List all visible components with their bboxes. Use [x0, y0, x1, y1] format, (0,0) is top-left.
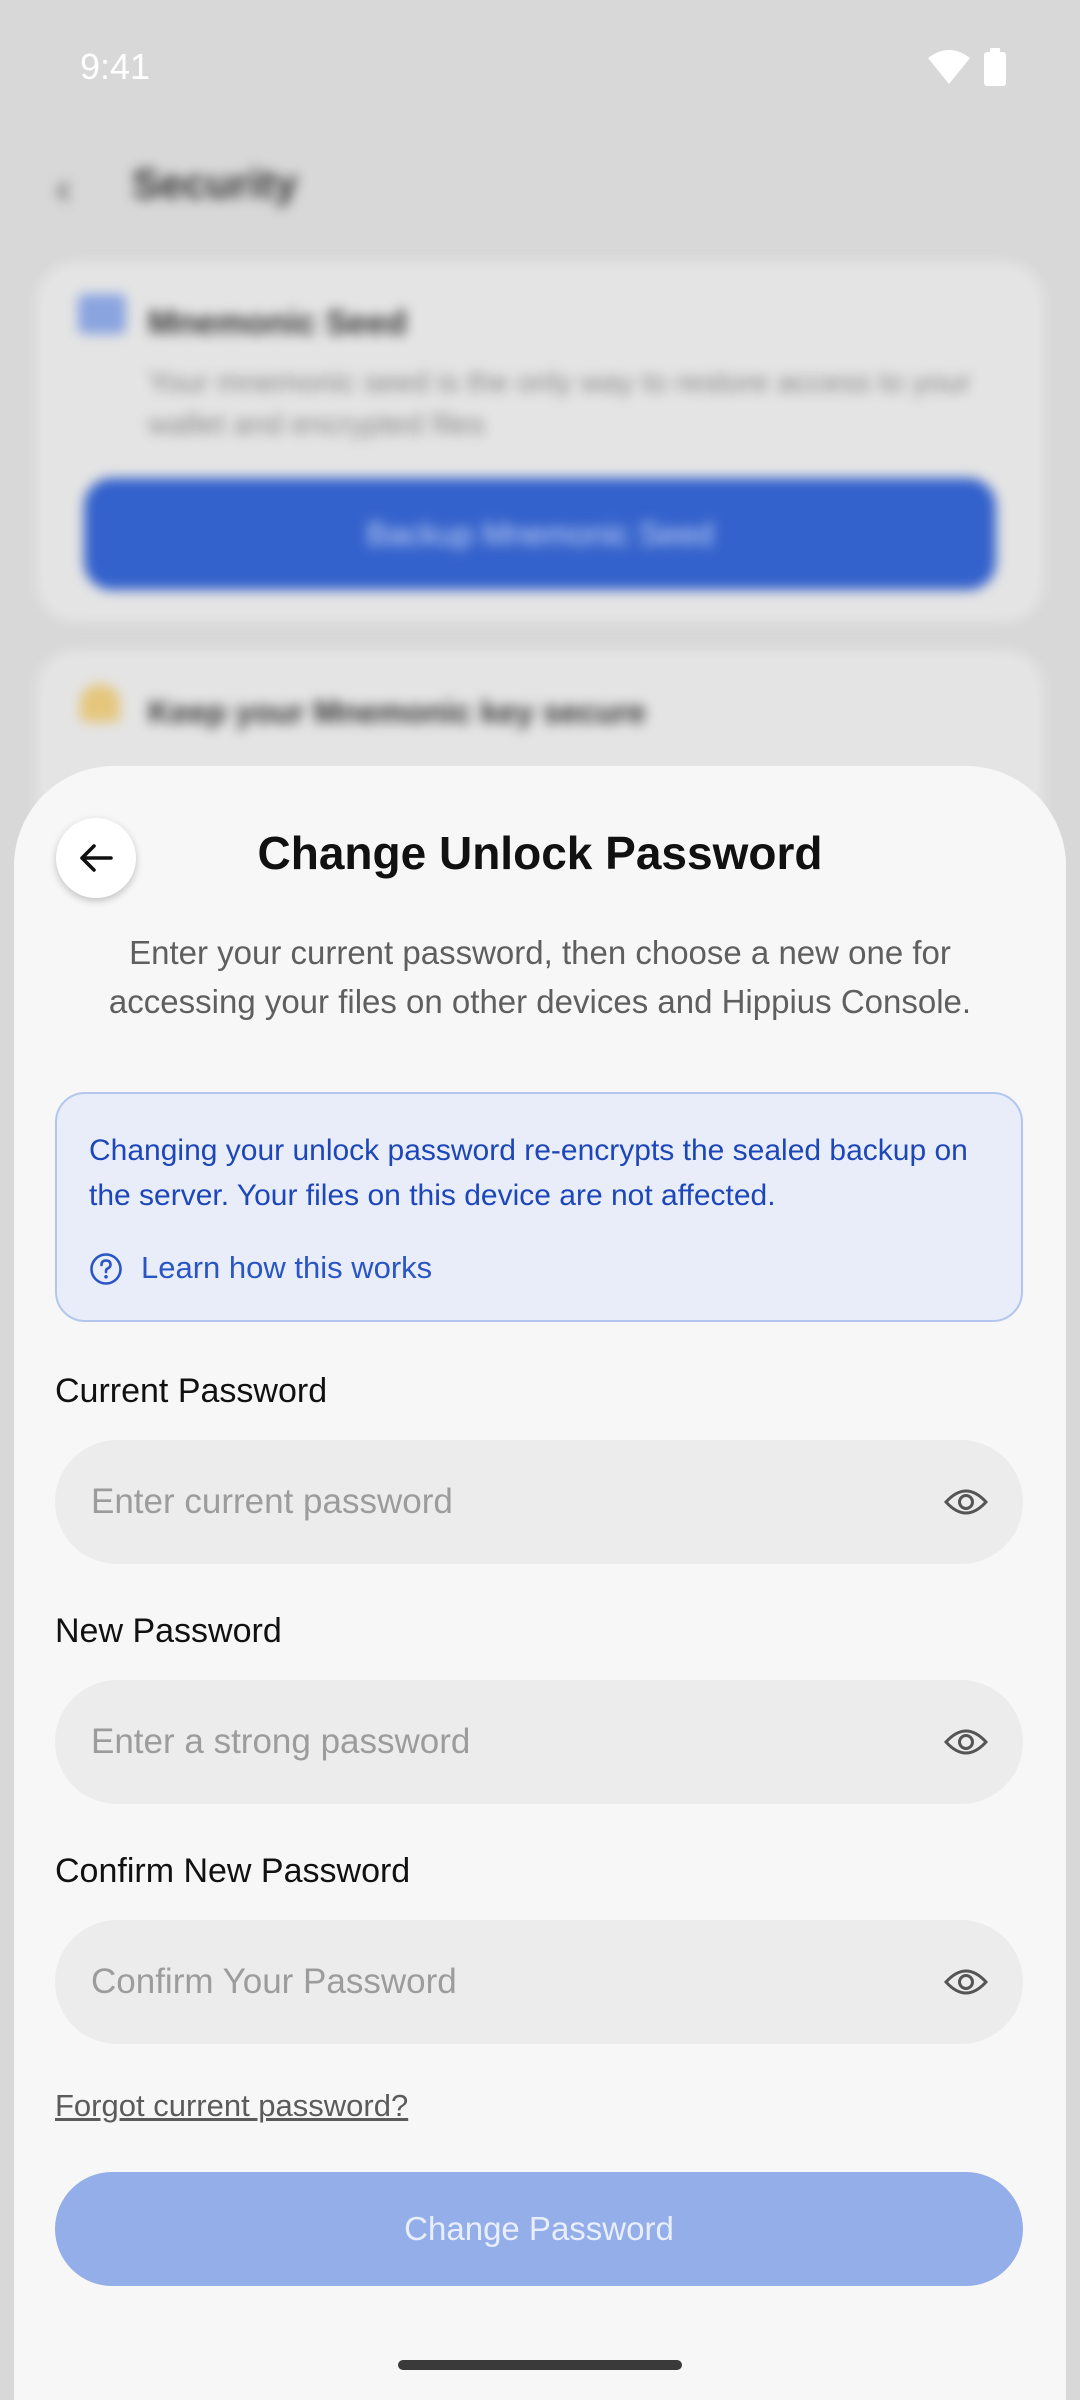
eye-icon[interactable] — [943, 1722, 989, 1762]
new-password-input[interactable] — [91, 1680, 891, 1804]
learn-how-link[interactable]: Learn how this works — [141, 1250, 432, 1286]
screen: 9:41 ‹ Security Mnemonic Seed Your mnemo… — [0, 0, 1080, 2400]
background-card-title: Mnemonic Seed — [148, 304, 407, 342]
status-bar: 9:41 — [0, 0, 1080, 140]
confirm-password-field[interactable] — [55, 1920, 1023, 2044]
new-password-label: New Password — [55, 1612, 282, 1650]
change-password-sheet: Change Unlock Password Enter your curren… — [14, 766, 1066, 2400]
check-icon — [78, 294, 126, 334]
background-backup-button: Backup Mnemonic Seed — [84, 478, 996, 590]
home-indicator[interactable] — [398, 2360, 682, 2370]
forgot-password-link[interactable]: Forgot current password? — [55, 2088, 408, 2124]
warning-icon — [80, 684, 120, 722]
info-text: Changing your unlock password re-encrypt… — [89, 1134, 968, 1212]
confirm-password-label: Confirm New Password — [55, 1852, 411, 1890]
eye-icon[interactable] — [943, 1482, 989, 1522]
question-circle-icon[interactable] — [89, 1252, 123, 1286]
background-header-title: Security — [132, 160, 298, 207]
info-box: Changing your unlock password re-encrypt… — [55, 1092, 1023, 1322]
wifi-icon — [928, 50, 970, 84]
status-time: 9:41 — [80, 46, 151, 87]
eye-icon[interactable] — [943, 1962, 989, 2002]
background-back-icon: ‹ — [56, 164, 71, 213]
current-password-input[interactable] — [91, 1440, 891, 1564]
background-card2-title: Keep your Mnemonic key secure — [148, 694, 646, 730]
confirm-password-input[interactable] — [91, 1920, 891, 2044]
background-card-description: Your mnemonic seed is the only way to re… — [148, 366, 971, 441]
new-password-field[interactable] — [55, 1680, 1023, 1804]
sheet-title: Change Unlock Password — [257, 827, 823, 879]
current-password-label: Current Password — [55, 1372, 328, 1410]
change-password-button[interactable]: Change Password — [55, 2172, 1023, 2286]
sheet-subtitle: Enter your current password, then choose… — [108, 934, 972, 1020]
battery-icon — [984, 48, 1006, 86]
current-password-field[interactable] — [55, 1440, 1023, 1564]
